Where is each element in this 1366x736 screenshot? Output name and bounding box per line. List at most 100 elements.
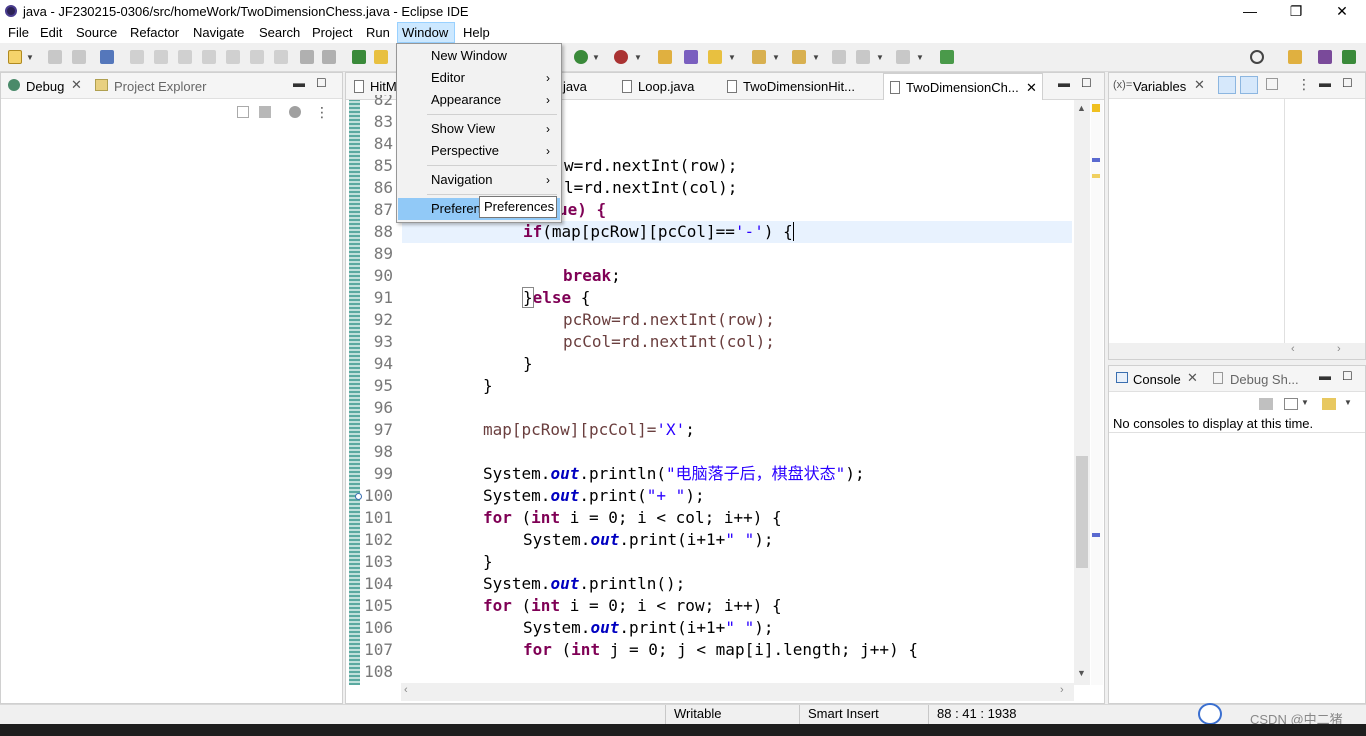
- disconnect-icon[interactable]: [202, 50, 216, 64]
- java-perspective-icon[interactable]: [1318, 50, 1332, 64]
- menu-project[interactable]: Project: [312, 25, 352, 40]
- chevron-down-icon[interactable]: ▼: [26, 53, 34, 62]
- code-line-99[interactable]: System.out.println("电脑落子后，棋盘状态");: [483, 463, 865, 485]
- vertical-scrollbar[interactable]: [1074, 100, 1090, 685]
- scroll-right-icon[interactable]: ›: [1060, 684, 1064, 696]
- chevron-down-icon[interactable]: ▼: [876, 53, 884, 62]
- ime-icon[interactable]: [1198, 703, 1222, 725]
- menu-window[interactable]: Window: [402, 25, 448, 40]
- open-console-icon[interactable]: [1322, 398, 1336, 410]
- scroll-left-icon[interactable]: ‹: [1291, 343, 1295, 355]
- suspend-icon[interactable]: [154, 50, 168, 64]
- code-line-100[interactable]: System.out.print("+ ");: [483, 485, 705, 507]
- code-line-93[interactable]: pcCol=rd.nextInt(col);: [563, 331, 775, 353]
- debug-icon[interactable]: [352, 50, 366, 64]
- display-console-icon[interactable]: [1284, 398, 1298, 410]
- tab-two-dimension-hit[interactable]: TwoDimensionHit...: [721, 73, 879, 100]
- maximize-icon[interactable]: ☐: [1081, 76, 1092, 90]
- code-line-85[interactable]: w=rd.nextInt(row);: [564, 155, 737, 177]
- code-line-94[interactable]: }: [523, 353, 533, 375]
- tab-debug[interactable]: Debug: [26, 79, 64, 94]
- new-icon[interactable]: [8, 50, 22, 64]
- code-line-92[interactable]: pcRow=rd.nextInt(row);: [563, 309, 775, 331]
- menu-source[interactable]: Source: [76, 25, 117, 40]
- scroll-up-icon[interactable]: ▲: [1077, 103, 1086, 113]
- menu-item-navigation[interactable]: Navigation ›: [398, 169, 560, 191]
- column-divider[interactable]: [1284, 99, 1285, 344]
- pin-console-icon[interactable]: [1259, 398, 1273, 410]
- scroll-down-icon[interactable]: ▼: [1077, 668, 1086, 678]
- scroll-left-icon[interactable]: ‹: [404, 684, 408, 696]
- step-into-icon[interactable]: [226, 50, 240, 64]
- tab-debug-shell[interactable]: Debug Sh...: [1230, 372, 1299, 387]
- code-line-103[interactable]: }: [483, 551, 493, 573]
- horizontal-scrollbar[interactable]: [401, 683, 1074, 701]
- minimize-icon[interactable]: ▬: [1319, 369, 1331, 383]
- close-icon[interactable]: ✕: [1194, 77, 1205, 93]
- tab-project-explorer[interactable]: Project Explorer: [114, 79, 206, 94]
- coverage-icon[interactable]: [614, 50, 628, 64]
- open-type-icon[interactable]: [658, 50, 672, 64]
- chevron-down-icon[interactable]: ▼: [1344, 398, 1352, 407]
- tab-console[interactable]: Console: [1133, 372, 1181, 387]
- debug-perspective-icon[interactable]: [1342, 50, 1356, 64]
- step-return-icon[interactable]: [274, 50, 288, 64]
- chevron-down-icon[interactable]: ▼: [634, 53, 642, 62]
- tab-loop[interactable]: Loop.java: [616, 73, 716, 100]
- skip-breakpoints-icon[interactable]: [100, 50, 114, 64]
- code-line-86[interactable]: l=rd.nextInt(col);: [564, 177, 737, 199]
- scrollbar-thumb[interactable]: [1076, 456, 1088, 568]
- code-line-105[interactable]: for (int i = 0; i < row; i++) {: [483, 595, 782, 617]
- resume-icon[interactable]: [130, 50, 144, 64]
- step-over-icon[interactable]: [250, 50, 264, 64]
- close-icon[interactable]: ✕: [1026, 74, 1037, 101]
- collapse-all-icon[interactable]: [1266, 78, 1278, 90]
- pin-editor-icon[interactable]: [940, 50, 954, 64]
- chevron-down-icon[interactable]: ▼: [772, 53, 780, 62]
- chevron-down-icon[interactable]: ▼: [592, 53, 600, 62]
- menu-item-show-view[interactable]: Show View ›: [398, 118, 560, 140]
- menu-item-new-window[interactable]: New Window: [398, 45, 560, 67]
- code-line-107[interactable]: for (int j = 0; j < map[i].length; j++) …: [523, 639, 918, 661]
- menu-help[interactable]: Help: [463, 25, 490, 40]
- chevron-down-icon[interactable]: ▼: [916, 53, 924, 62]
- code-line-87[interactable]: ue) {: [558, 199, 606, 221]
- next-annotation-icon[interactable]: [752, 50, 766, 64]
- minimize-icon[interactable]: ▬: [1319, 76, 1331, 90]
- code-line-97[interactable]: map[pcRow][pcCol]='X';: [483, 419, 695, 441]
- edit-icon[interactable]: [374, 50, 388, 64]
- use-step-filters-icon[interactable]: [322, 50, 336, 64]
- save-icon[interactable]: [48, 50, 62, 64]
- scroll-right-icon[interactable]: ›: [1337, 343, 1341, 355]
- menu-refactor[interactable]: Refactor: [130, 25, 179, 40]
- breakpoint-icon[interactable]: [355, 493, 362, 500]
- open-task-icon[interactable]: [684, 50, 698, 64]
- code-line-106[interactable]: System.out.print(i+1+" ");: [523, 617, 773, 639]
- code-line-104[interactable]: System.out.println();: [483, 573, 685, 595]
- status-insert-mode[interactable]: Smart Insert: [799, 705, 927, 725]
- code-line-88[interactable]: if(map[pcRow][pcCol]=='-') {: [523, 221, 794, 243]
- chevron-down-icon[interactable]: ▼: [728, 53, 736, 62]
- code-line-101[interactable]: for (int i = 0; i < col; i++) {: [483, 507, 782, 529]
- code-line-90[interactable]: break;: [563, 265, 621, 287]
- code-line-102[interactable]: System.out.print(i+1+" ");: [523, 529, 773, 551]
- last-edit-icon[interactable]: [832, 50, 846, 64]
- tab-two-dimension-chess[interactable]: TwoDimensionCh... ✕: [883, 73, 1043, 100]
- horizontal-scrollbar[interactable]: [1109, 343, 1365, 359]
- menu-item-editor[interactable]: Editor ›: [398, 67, 560, 89]
- show-logical-structure-icon[interactable]: [1240, 76, 1258, 94]
- remove-all-icon[interactable]: [259, 106, 271, 118]
- code-line-91[interactable]: }else {: [522, 287, 590, 309]
- drop-to-frame-icon[interactable]: [300, 50, 314, 64]
- occurrence-marker[interactable]: [1092, 158, 1100, 162]
- menu-edit[interactable]: Edit: [40, 25, 62, 40]
- link-icon[interactable]: [289, 106, 301, 118]
- menu-item-appearance[interactable]: Appearance ›: [398, 89, 560, 111]
- search-icon[interactable]: [1250, 50, 1264, 64]
- maximize-icon[interactable]: ☐: [1342, 369, 1353, 383]
- show-type-names-icon[interactable]: [1218, 76, 1236, 94]
- collapse-all-icon[interactable]: [237, 106, 249, 118]
- close-icon[interactable]: ✕: [71, 77, 82, 93]
- search-tool-icon[interactable]: [708, 50, 722, 64]
- run-icon[interactable]: [574, 50, 588, 64]
